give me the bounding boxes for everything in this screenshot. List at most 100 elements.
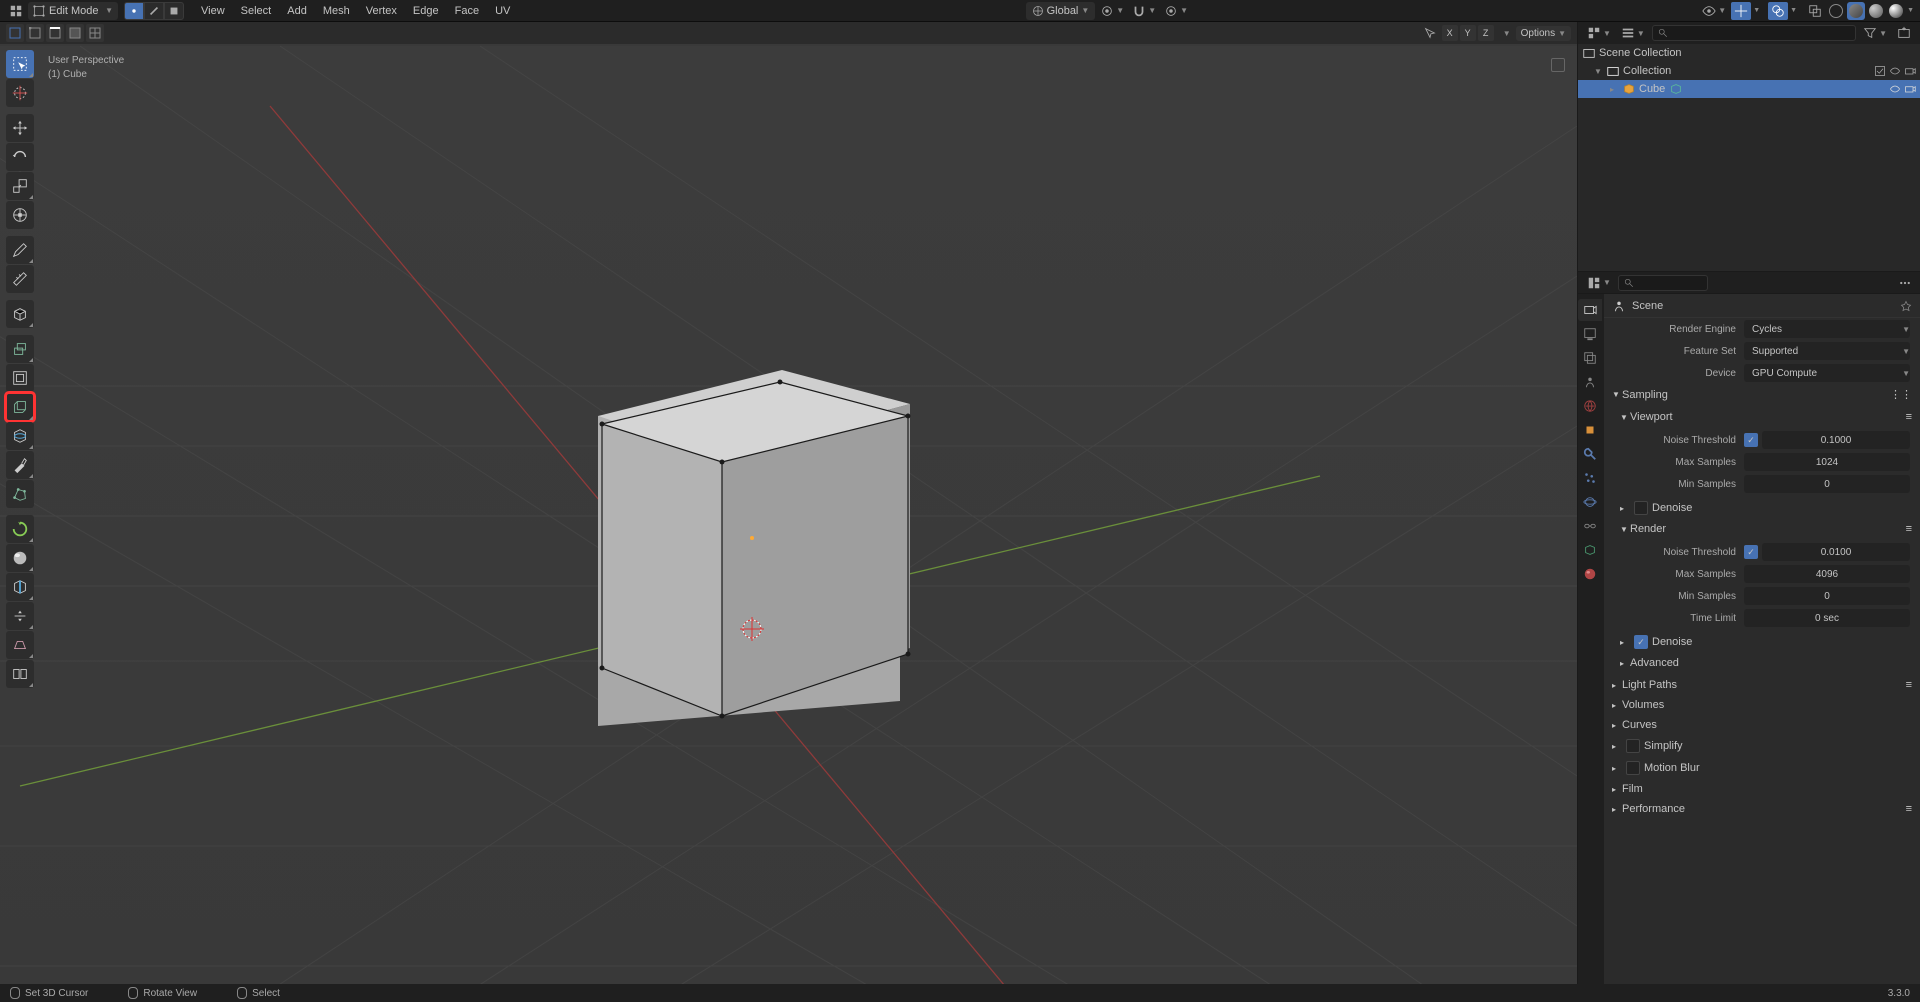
disclosure-triangle[interactable]: ▸ bbox=[1610, 85, 1622, 94]
menu-add[interactable]: Add bbox=[280, 5, 314, 17]
menu-uv[interactable]: UV bbox=[488, 5, 517, 17]
mesh-visibility[interactable]: ▼ bbox=[1699, 2, 1729, 20]
viewlayer-tab[interactable] bbox=[1578, 347, 1602, 369]
extrude-region-tool[interactable] bbox=[6, 335, 34, 363]
material-tab[interactable] bbox=[1578, 563, 1602, 585]
inset-faces-tool[interactable] bbox=[6, 364, 34, 392]
properties-editor-type[interactable]: ▼ bbox=[1584, 274, 1614, 292]
bevel-tool[interactable] bbox=[6, 393, 34, 421]
transform-tool[interactable] bbox=[6, 201, 34, 229]
nav-gizmo-strip[interactable] bbox=[1551, 58, 1567, 75]
edge-slide-tool[interactable] bbox=[6, 573, 34, 601]
3d-viewport[interactable]: X Y Z ▼ Options▼ bbox=[0, 22, 1577, 984]
r-max-samples[interactable]: 4096 bbox=[1744, 565, 1910, 583]
camera-icon[interactable] bbox=[1904, 83, 1916, 95]
light-paths-panel[interactable]: ▸Light Paths≡ bbox=[1604, 675, 1920, 695]
xray-toggle[interactable] bbox=[1805, 2, 1825, 20]
knife-tool[interactable] bbox=[6, 451, 34, 479]
simplify-panel[interactable]: ▸Simplify bbox=[1604, 735, 1920, 757]
snapping[interactable]: ▼ bbox=[1129, 2, 1159, 20]
device-value[interactable]: GPU Compute▼ bbox=[1744, 364, 1910, 382]
poly-build-tool[interactable] bbox=[6, 480, 34, 508]
rotate-tool[interactable] bbox=[6, 143, 34, 171]
show-overlays[interactable] bbox=[1768, 2, 1788, 20]
vp-min-samples[interactable]: 0 bbox=[1744, 475, 1910, 493]
performance-panel[interactable]: ▸Performance≡ bbox=[1604, 799, 1920, 819]
properties-search[interactable] bbox=[1618, 275, 1708, 291]
outliner-view-mode[interactable]: ▼ bbox=[1618, 24, 1648, 42]
rendered-shading[interactable] bbox=[1887, 2, 1905, 20]
scene-tab[interactable] bbox=[1578, 371, 1602, 393]
mesh-select-mode-4[interactable] bbox=[66, 24, 84, 42]
mesh-select-mode-3[interactable] bbox=[46, 24, 64, 42]
outliner-scene-collection[interactable]: Scene Collection bbox=[1578, 44, 1920, 62]
move-tool[interactable] bbox=[6, 114, 34, 142]
vp-denoise-subpanel[interactable]: ▸Denoise bbox=[1612, 497, 1920, 519]
checkbox-icon[interactable] bbox=[1874, 65, 1886, 77]
constraints-tab[interactable] bbox=[1578, 515, 1602, 537]
menu-mesh[interactable]: Mesh bbox=[316, 5, 357, 17]
cursor-tool[interactable] bbox=[6, 79, 34, 107]
mesh-select-mode-2[interactable] bbox=[26, 24, 44, 42]
mesh-data-tab[interactable] bbox=[1578, 539, 1602, 561]
loop-cut-tool[interactable] bbox=[6, 422, 34, 450]
show-gizmo[interactable] bbox=[1731, 2, 1751, 20]
selectability-icon[interactable] bbox=[1420, 24, 1440, 42]
curves-panel[interactable]: ▸Curves bbox=[1604, 715, 1920, 735]
motion-blur-panel[interactable]: ▸Motion Blur bbox=[1604, 757, 1920, 779]
output-tab[interactable] bbox=[1578, 323, 1602, 345]
menu-view[interactable]: View bbox=[194, 5, 232, 17]
r-noise-value[interactable]: 0.0100 bbox=[1762, 543, 1910, 561]
viewport-subpanel[interactable]: ▼Viewport≡ bbox=[1612, 407, 1920, 427]
shear-tool[interactable] bbox=[6, 631, 34, 659]
axis-x[interactable]: X bbox=[1442, 25, 1458, 41]
mesh-select-mode-5[interactable] bbox=[86, 24, 104, 42]
proportional-editing[interactable]: ▼ bbox=[1161, 2, 1191, 20]
menu-select[interactable]: Select bbox=[234, 5, 279, 17]
volumes-panel[interactable]: ▸Volumes bbox=[1604, 695, 1920, 715]
editor-type-menu[interactable] bbox=[6, 2, 26, 20]
mode-selector[interactable]: Edit Mode ▼ bbox=[28, 2, 118, 20]
pivot-point[interactable]: ▼ bbox=[1097, 2, 1127, 20]
world-tab[interactable] bbox=[1578, 395, 1602, 417]
r-time-limit[interactable]: 0 sec bbox=[1744, 609, 1910, 627]
render-tab[interactable] bbox=[1578, 299, 1602, 321]
eye-icon[interactable] bbox=[1889, 65, 1901, 77]
axis-y[interactable]: Y bbox=[1460, 25, 1476, 41]
smooth-tool[interactable] bbox=[6, 544, 34, 572]
camera-icon[interactable] bbox=[1904, 65, 1916, 77]
feature-set-value[interactable]: Supported▼ bbox=[1744, 342, 1910, 360]
spin-tool[interactable] bbox=[6, 515, 34, 543]
r-denoise-subpanel[interactable]: ▸✓Denoise bbox=[1612, 631, 1920, 653]
vp-noise-checkbox[interactable]: ✓ bbox=[1744, 433, 1758, 447]
mesh-select-mode-1[interactable] bbox=[6, 24, 24, 42]
outliner-collection[interactable]: ▼ Collection bbox=[1578, 62, 1920, 80]
face-select-mode[interactable] bbox=[164, 2, 184, 20]
sampling-panel[interactable]: ▼Sampling⋮⋮ bbox=[1604, 384, 1920, 405]
rip-region-tool[interactable] bbox=[6, 660, 34, 688]
menu-face[interactable]: Face bbox=[448, 5, 486, 17]
render-subpanel[interactable]: ▼Render≡ bbox=[1612, 519, 1920, 539]
measure-tool[interactable] bbox=[6, 265, 34, 293]
new-collection-icon[interactable] bbox=[1894, 24, 1914, 42]
outliner-search[interactable] bbox=[1652, 25, 1856, 41]
vp-max-samples[interactable]: 1024 bbox=[1744, 453, 1910, 471]
axis-z[interactable]: Z bbox=[1478, 25, 1494, 41]
menu-edge[interactable]: Edge bbox=[406, 5, 446, 17]
annotate-tool[interactable] bbox=[6, 236, 34, 264]
advanced-subpanel[interactable]: ▸Advanced bbox=[1612, 653, 1920, 673]
options-dropdown[interactable]: Options▼ bbox=[1516, 26, 1571, 41]
r-noise-checkbox[interactable]: ✓ bbox=[1744, 545, 1758, 559]
film-panel[interactable]: ▸Film bbox=[1604, 779, 1920, 799]
solid-shading[interactable] bbox=[1847, 2, 1865, 20]
shrink-fatten-tool[interactable] bbox=[6, 602, 34, 630]
particles-tab[interactable] bbox=[1578, 467, 1602, 489]
object-tab[interactable] bbox=[1578, 419, 1602, 441]
outliner-display-mode[interactable]: ▼ bbox=[1584, 24, 1614, 42]
physics-tab[interactable] bbox=[1578, 491, 1602, 513]
eye-icon[interactable] bbox=[1889, 83, 1901, 95]
mirror-dropdown[interactable]: ▼ bbox=[1496, 24, 1514, 42]
select-box-tool[interactable] bbox=[6, 50, 34, 78]
modifier-tab[interactable] bbox=[1578, 443, 1602, 465]
properties-options[interactable] bbox=[1896, 274, 1914, 292]
